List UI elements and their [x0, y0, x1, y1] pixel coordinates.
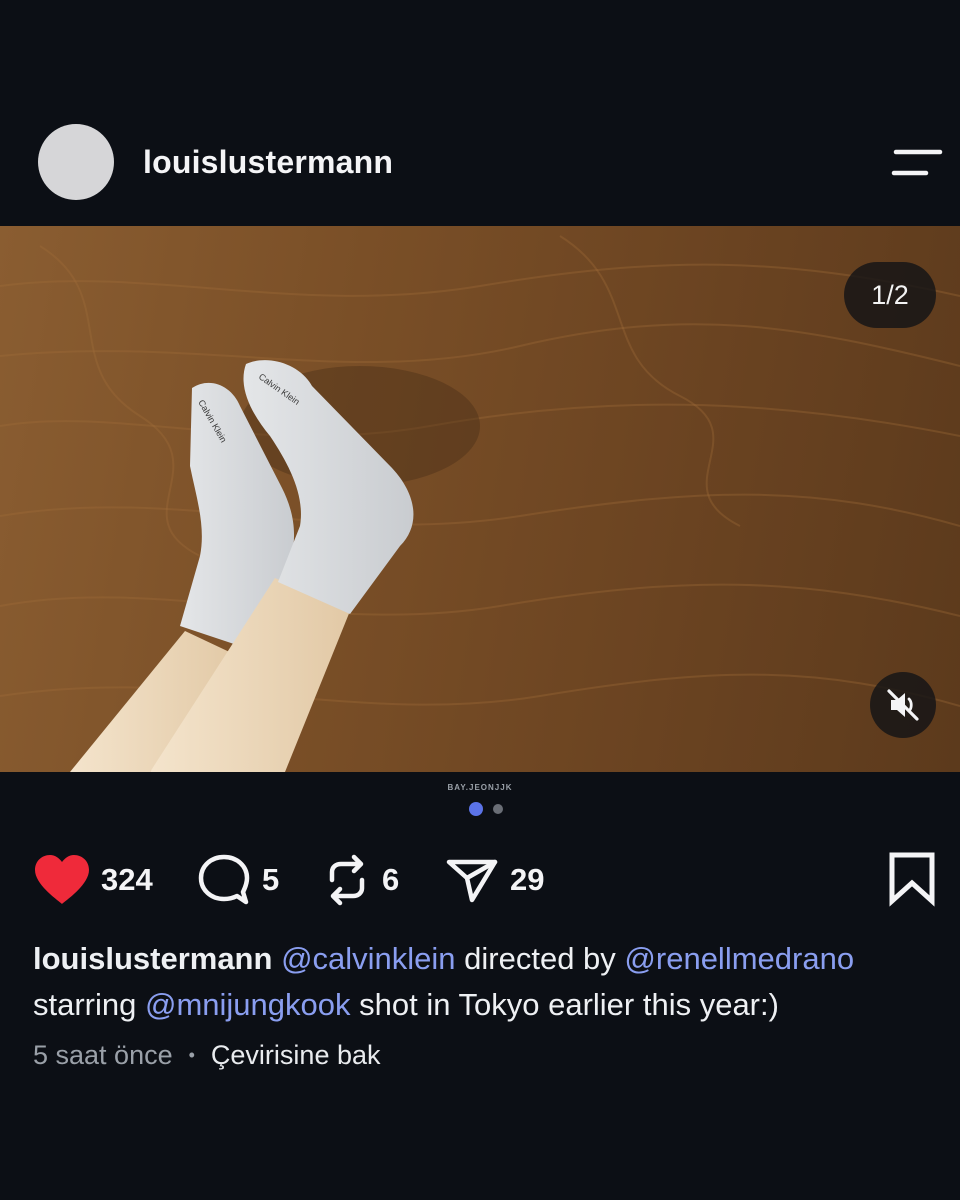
post-caption: louislustermann @calvinklein directed by…: [33, 936, 953, 1028]
translate-link[interactable]: Çevirisine bak: [211, 1040, 381, 1071]
repost-count: 6: [382, 862, 400, 897]
post-username[interactable]: louislustermann: [143, 144, 393, 181]
share-count: 29: [510, 862, 545, 897]
like-count: 324: [101, 862, 153, 897]
carousel-dot[interactable]: [493, 804, 503, 814]
mute-icon: [887, 689, 919, 721]
mute-button[interactable]: [870, 672, 936, 738]
mention-calvinklein[interactable]: @calvinklein: [281, 941, 455, 976]
post-media[interactable]: Calvin Klein Calvin Klein 1/2: [0, 226, 960, 772]
menu-icon[interactable]: [886, 146, 946, 182]
comment-count: 5: [262, 862, 280, 897]
mention-renellmedrano[interactable]: @renellmedrano: [624, 941, 854, 976]
repost-icon: [329, 854, 365, 906]
bookmark-icon[interactable]: [886, 851, 938, 907]
comment-icon: [198, 854, 250, 905]
watermark: BAY.JEONJJK: [447, 783, 513, 792]
meta-separator: •: [188, 1045, 195, 1065]
carousel-dot-active[interactable]: [469, 802, 483, 816]
share-icon: [446, 859, 498, 903]
post-header: louislustermann: [0, 110, 960, 220]
heart-icon: [35, 855, 89, 904]
like-button[interactable]: 324: [33, 845, 153, 915]
action-bar: 324 5 6 29: [0, 845, 960, 915]
share-button[interactable]: 29: [444, 845, 544, 915]
post-photo: Calvin Klein Calvin Klein: [0, 235, 960, 772]
post-timestamp: 5 saat önce: [33, 1040, 173, 1070]
mention-mnijungkook[interactable]: @mnijungkook: [145, 987, 351, 1022]
post-meta: 5 saat önce • Çevirisine bak: [33, 1040, 381, 1071]
comment-button[interactable]: 5: [196, 845, 279, 915]
caption-text: shot in Tokyo earlier this year:): [350, 987, 779, 1022]
caption-author[interactable]: louislustermann: [33, 941, 272, 976]
caption-text: directed by: [455, 941, 625, 976]
caption-text: starring: [33, 987, 145, 1022]
avatar[interactable]: [38, 124, 114, 200]
media-counter: 1/2: [844, 262, 936, 328]
repost-button[interactable]: 6: [322, 845, 399, 915]
